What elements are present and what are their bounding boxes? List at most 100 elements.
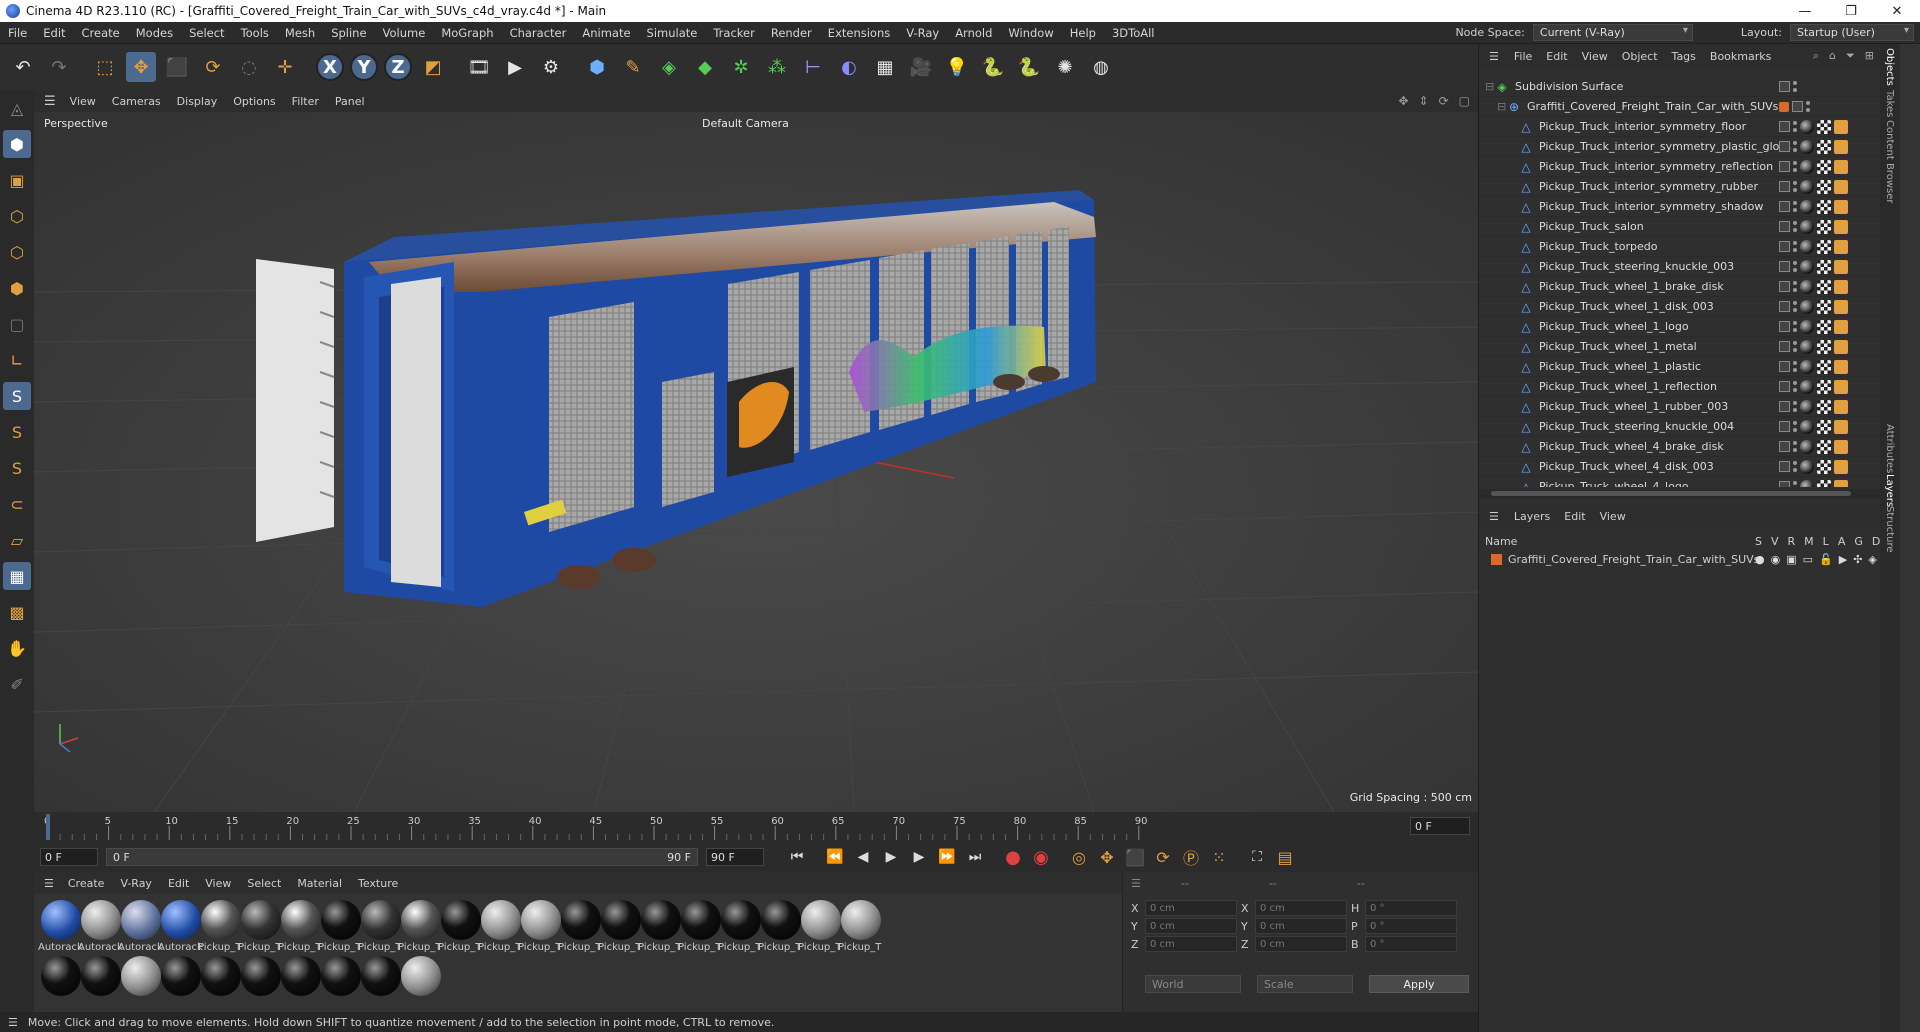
size-mode-dropdown[interactable]: Scale [1257,975,1353,993]
next-frame-icon[interactable]: ▶ [906,844,932,870]
visibility-dots[interactable] [1793,281,1797,292]
menu-render[interactable]: Render [763,26,820,40]
menu-spline[interactable]: Spline [323,26,374,40]
play-icon[interactable]: ▶ [878,844,904,870]
object-row[interactable]: △ Pickup_Truck_wheel_1_logo [1479,317,1881,337]
minimize-button[interactable]: — [1782,0,1828,22]
object-row[interactable]: △ Pickup_Truck_wheel_1_reflection [1479,377,1881,397]
timeline-ruler[interactable]: 051015202530354045505560657075808590 0 F [34,812,1478,842]
viewport-camera-label[interactable]: Default Camera [702,117,789,130]
visibility-dots[interactable] [1793,241,1797,252]
menu-edit[interactable]: Edit [35,26,73,40]
vray-tag-icon[interactable] [1834,359,1848,374]
model-mode-icon[interactable]: ⬢ [3,130,31,158]
uvw-tag-icon[interactable] [1817,479,1831,487]
layer-row[interactable]: Graffiti_Covered_Freight_Train_Car_with_… [1479,550,1881,568]
edges-mode-icon[interactable]: ⬡ [3,238,31,266]
side-tab-structure[interactable]: Structure [1884,506,1895,553]
menu-create[interactable]: Create [74,26,128,40]
object-row[interactable]: △ Pickup_Truck_interior_symmetry_shadow [1479,197,1881,217]
vray-tag-icon[interactable] [1834,199,1848,214]
locked-workplane-icon[interactable]: ▩ [3,598,31,626]
object-row[interactable]: △ Pickup_Truck_steering_knuckle_003 [1479,257,1881,277]
menu-character[interactable]: Character [502,26,575,40]
enable-checkbox[interactable] [1779,361,1790,372]
extrude-icon[interactable]: ◆ [690,52,720,82]
visibility-dots[interactable] [1806,101,1810,112]
status-menu-icon[interactable]: ☰ [8,1016,18,1029]
menu-animate[interactable]: Animate [574,26,638,40]
end-frame-field[interactable]: 90 F [706,848,764,866]
close-button[interactable]: ✕ [1874,0,1920,22]
workplane-icon[interactable]: ▱ [3,526,31,554]
object-name[interactable]: Pickup_Truck_torpedo [1539,240,1658,253]
menu-file[interactable]: File [0,26,35,40]
recent-tool-icon[interactable]: ◌ [234,52,264,82]
filter-icon[interactable]: ⏷ [1846,49,1855,63]
object-row[interactable]: △ Pickup_Truck_interior_symmetry_rubber [1479,177,1881,197]
side-tab-layers[interactable]: Layers [1884,474,1895,507]
object-name[interactable]: Pickup_Truck_wheel_1_rubber_003 [1539,400,1728,413]
render-settings-icon[interactable]: ⚙ [536,52,566,82]
vray-tag-icon[interactable] [1834,379,1848,394]
vray-tag-icon[interactable] [1834,339,1848,354]
layer-lock-icon[interactable]: 🔓 [1819,553,1833,566]
mograph-icon[interactable]: ⁂ [762,52,792,82]
points-mode-icon[interactable]: ⬡ [3,202,31,230]
mat-menu-select[interactable]: Select [239,877,289,890]
key-pla-icon[interactable]: ⁙ [1206,844,1232,870]
make-editable-icon[interactable]: ◬ [3,94,31,122]
menu-tracker[interactable]: Tracker [705,26,763,40]
visibility-dots[interactable] [1793,341,1797,352]
layout-dropdown[interactable]: Startup (User) [1790,24,1914,41]
object-name[interactable]: Graffiti_Covered_Freight_Train_Car_with_… [1527,100,1778,113]
start-frame-field[interactable]: 0 F [40,848,98,866]
enable-checkbox[interactable] [1792,101,1803,112]
visibility-dots[interactable] [1793,161,1797,172]
uvw-tag-icon[interactable] [1817,359,1831,374]
menu-mograph[interactable]: MoGraph [433,26,501,40]
uvw-tag-icon[interactable] [1817,139,1831,154]
visibility-dots[interactable] [1793,301,1797,312]
pos-y-field[interactable]: 0 cm [1145,918,1237,934]
menu-arnold[interactable]: Arnold [947,26,1000,40]
layer-solo-icon[interactable]: ● [1755,553,1765,566]
mat-menu-view[interactable]: View [197,877,239,890]
object-name[interactable]: Pickup_Truck_wheel_4_disk_003 [1539,460,1714,473]
vray-tag-icon[interactable] [1834,139,1848,154]
python-generator-icon[interactable]: 🐍 [1014,52,1044,82]
pos-z-field[interactable]: 0 cm [1145,936,1237,952]
object-name[interactable]: Pickup_Truck_wheel_4_brake_disk [1539,440,1724,453]
object-row[interactable]: △ Pickup_Truck_interior_symmetry_plastic_… [1479,137,1881,157]
material-tag-icon[interactable] [1800,339,1814,354]
mat-menu-material[interactable]: Material [289,877,350,890]
key-position-icon[interactable]: ✥ [1094,844,1120,870]
visibility-dots[interactable] [1793,401,1797,412]
visibility-dots[interactable] [1793,461,1797,472]
grid-icon[interactable]: ▦ [3,562,31,590]
enable-checkbox[interactable] [1779,341,1790,352]
object-row[interactable]: △ Pickup_Truck_salon [1479,217,1881,237]
uvw-tag-icon[interactable] [1817,179,1831,194]
object-row[interactable]: △ Pickup_Truck_wheel_4_brake_disk [1479,437,1881,457]
layer-manager-icon[interactable]: ▭ [1803,553,1813,566]
goto-start-icon[interactable]: ⏮ [784,844,810,870]
viewport-menu-view[interactable]: View [62,95,104,108]
visibility-dots[interactable] [1793,201,1797,212]
vray-tag-icon[interactable] [1834,399,1848,414]
viewport-menu-panel[interactable]: Panel [327,95,373,108]
enable-checkbox[interactable] [1779,301,1790,312]
mat-menu-vray[interactable]: V-Ray [112,877,160,890]
layer-col-render[interactable]: R [1788,535,1796,548]
layer-col-view[interactable]: V [1771,535,1779,548]
obj-menu-view[interactable]: View [1575,50,1615,63]
viewport-menu-filter[interactable]: Filter [284,95,327,108]
transform-icon[interactable]: ✛ [270,52,300,82]
record-active-icon[interactable]: ● [1000,844,1026,870]
material-panel-menu-icon[interactable]: ☰ [44,877,54,890]
object-name[interactable]: Pickup_Truck_salon [1539,220,1644,233]
key-rotation-icon[interactable]: ⟳ [1150,844,1176,870]
menu-mesh[interactable]: Mesh [277,26,323,40]
orbit-icon[interactable]: ⟳ [1439,94,1449,108]
material-tag-icon[interactable] [1800,219,1814,234]
